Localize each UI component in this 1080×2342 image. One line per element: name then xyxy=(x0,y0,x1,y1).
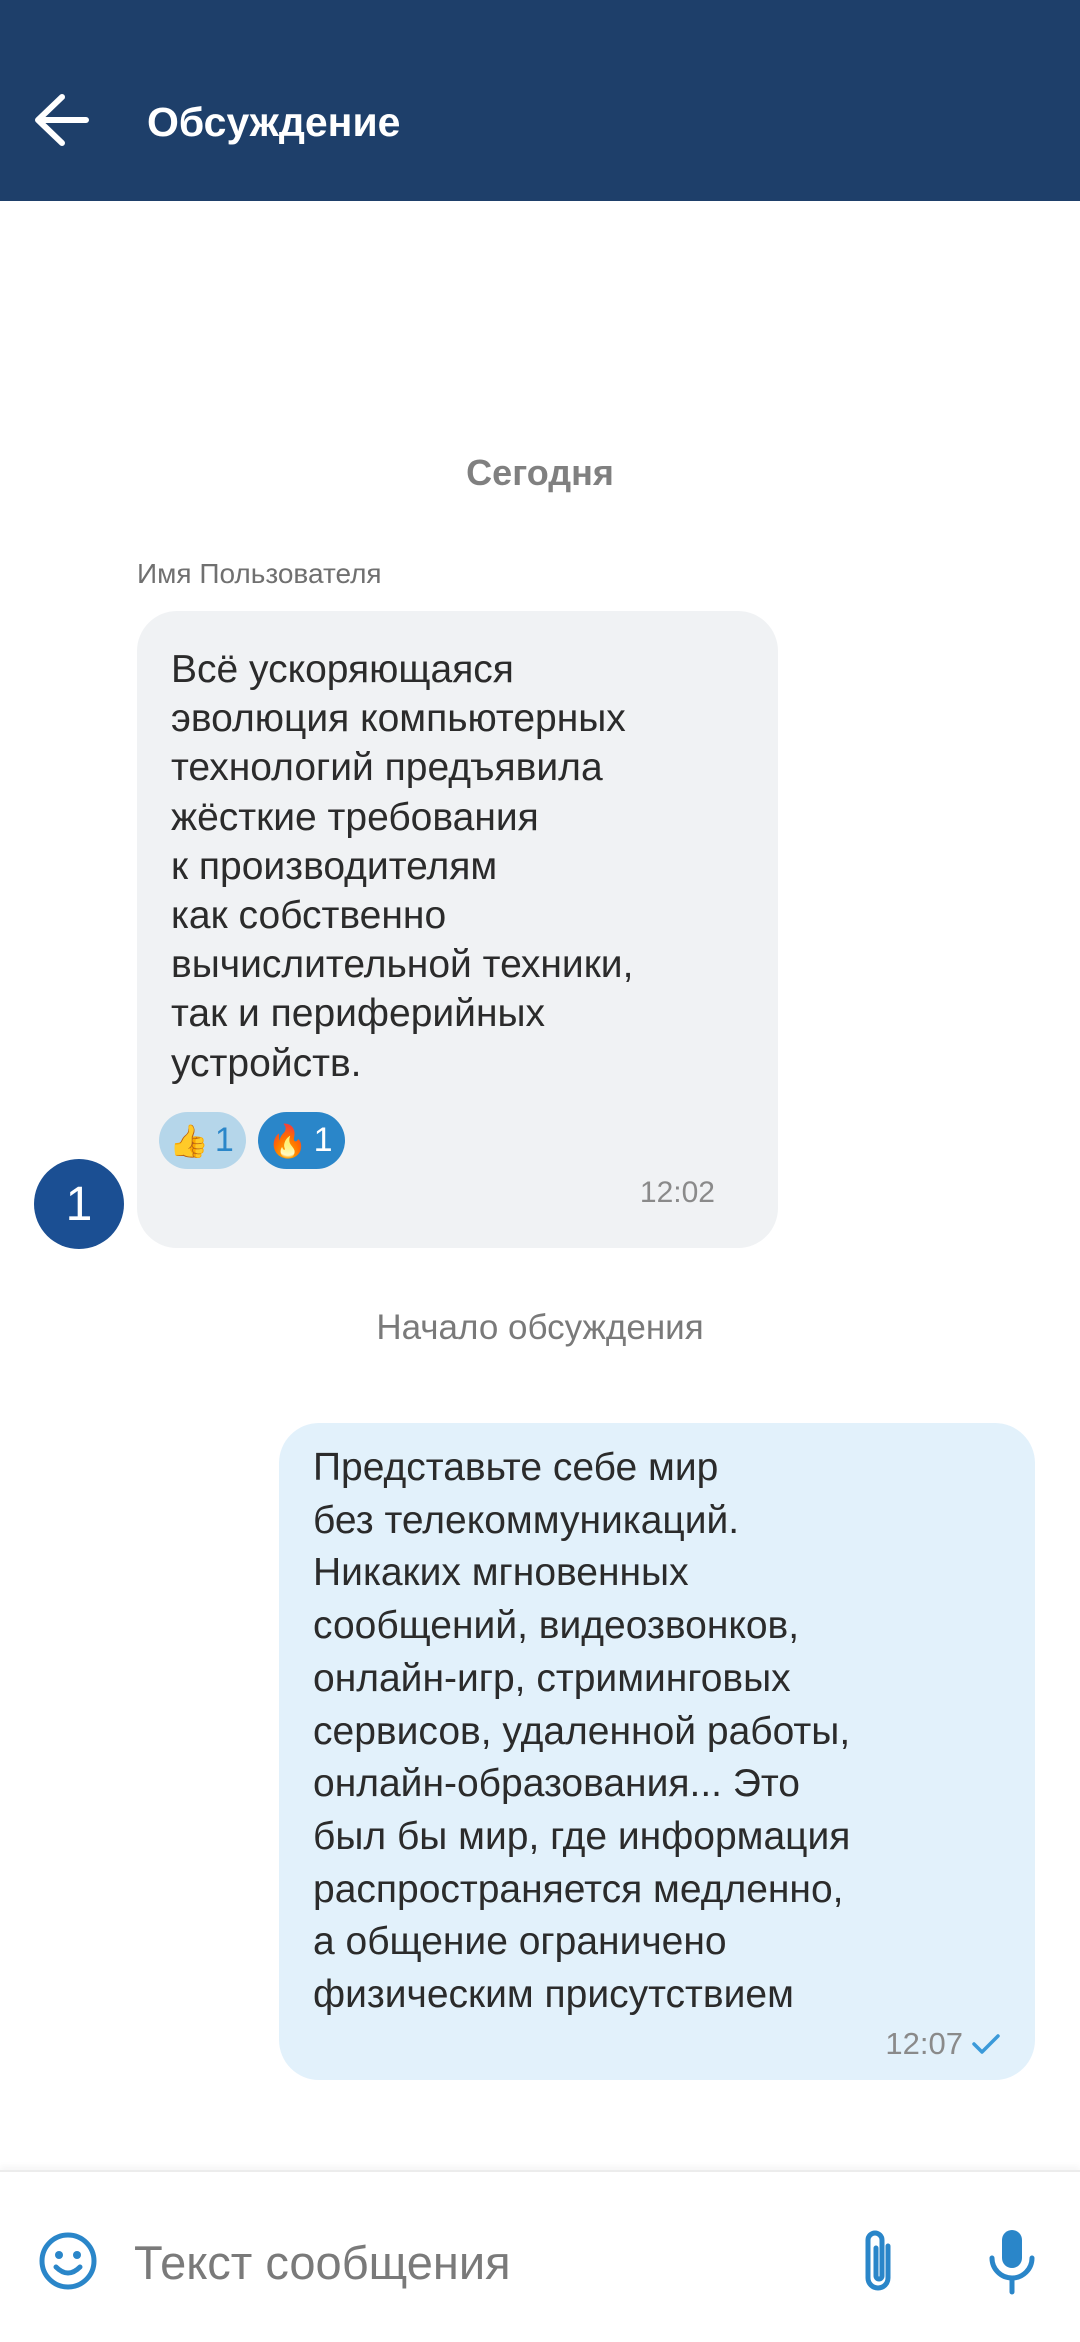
thumbs-up-icon: 👍 xyxy=(169,1122,209,1159)
page-title: Обсуждение xyxy=(147,99,401,145)
back-button[interactable] xyxy=(30,88,94,152)
paperclip-icon xyxy=(865,2230,891,2291)
outgoing-message-text: Представьте себе мир без телекоммуникаци… xyxy=(313,1446,851,2017)
fire-icon: 🔥 xyxy=(267,1122,308,1159)
attach-button[interactable] xyxy=(852,2226,904,2298)
message-composer xyxy=(0,2170,1080,2342)
outgoing-message-bubble[interactable]: Представьте себе мир без телекоммуникаци… xyxy=(279,1423,1035,2080)
reaction-count: 1 xyxy=(214,1121,234,1159)
arrow-left-icon xyxy=(35,94,89,146)
incoming-message-bubble[interactable]: Всё ускоряющаяся эволюция компьютерных т… xyxy=(137,611,778,1248)
message-time: 12:07 xyxy=(885,2026,963,2061)
avatar-badge: 1 xyxy=(65,1177,93,1231)
message-meta: 12:07 xyxy=(885,2026,1001,2062)
smiley-icon xyxy=(39,2232,97,2290)
reactions-row: 👍 1 🔥 1 xyxy=(159,1112,345,1169)
chat-screen: Обсуждение Сегодня Имя Пользователя Всё … xyxy=(0,0,1080,2342)
discussion-start-label: Начало обсуждения xyxy=(376,1308,704,1347)
reaction-fire[interactable]: 🔥 1 xyxy=(257,1112,345,1169)
microphone-icon xyxy=(989,2230,1035,2295)
date-separator: Сегодня xyxy=(466,452,614,493)
emoji-button[interactable] xyxy=(36,2229,100,2293)
voice-button[interactable] xyxy=(986,2226,1038,2298)
message-input[interactable] xyxy=(134,2222,814,2302)
reaction-thumbs-up[interactable]: 👍 1 xyxy=(159,1112,246,1169)
app-header: Обсуждение xyxy=(0,0,1080,201)
reaction-count: 1 xyxy=(313,1121,333,1159)
message-time: 12:02 xyxy=(639,1176,715,1209)
avatar[interactable]: 1 xyxy=(34,1159,124,1249)
sender-name[interactable]: Имя Пользователя xyxy=(137,558,382,590)
incoming-message-text: Всё ускоряющаяся эволюция компьютерных т… xyxy=(171,648,634,1085)
check-icon xyxy=(972,2034,1000,2054)
